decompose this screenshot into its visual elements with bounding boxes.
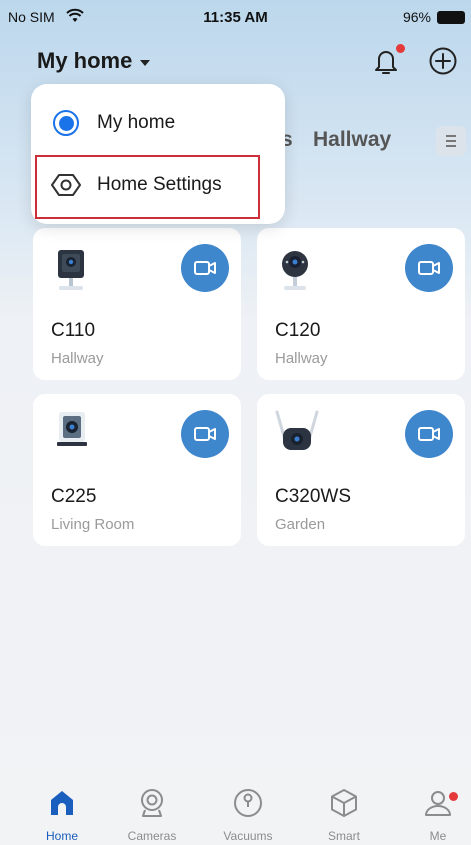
device-room: Hallway [275,350,328,367]
video-camera-icon [194,261,216,275]
home-icon [51,791,73,815]
live-view-button[interactable] [181,244,229,292]
battery-percent: 96% [402,9,431,25]
clock-text: 11:35 AM [203,9,268,26]
live-view-button[interactable] [181,410,229,458]
c225-camera-icon [57,412,87,446]
tab-label: Smart [327,829,360,843]
device-card-c110[interactable]: C110 Hallway [33,228,241,380]
dropdown-item-label: My home [97,112,176,133]
highlight-annotation-box [35,155,260,219]
add-device-icon[interactable] [428,46,458,76]
tab-label: Home [45,829,78,843]
device-name: C120 [275,320,321,341]
camera-icon [141,789,163,817]
tab-smart[interactable]: Smart [304,778,384,845]
video-camera-icon [194,427,216,441]
status-bar: No SIM 11:35 AM 96% [0,0,471,36]
tab-label: Cameras [127,829,177,843]
device-name: C320WS [275,486,352,507]
tab-vacuums[interactable]: Vacuums [208,778,288,845]
device-name: C110 [51,320,96,341]
room-menu-icon[interactable] [436,126,466,156]
tab-home[interactable]: Home [22,778,102,845]
tab-me[interactable]: Me [398,778,471,845]
device-card-c120[interactable]: C120 Hallway [257,228,465,380]
device-room: Garden [275,516,326,533]
radio-selected-icon [53,110,79,136]
c110-camera-icon [58,250,84,290]
cube-icon [331,789,357,817]
battery-icon [437,11,465,24]
dropdown-item-my-home[interactable]: My home [31,94,285,152]
c320ws-camera-icon [275,410,319,450]
me-notification-dot [449,792,458,801]
c120-camera-icon [282,251,308,290]
video-camera-icon [418,261,440,275]
device-name: C225 [51,486,97,507]
live-view-button[interactable] [405,410,453,458]
device-room: Living Room [51,516,135,533]
device-room: Hallway [51,350,104,367]
user-icon [425,791,451,816]
tab-label: Me [429,829,447,843]
notification-dot [396,44,405,53]
tab-label: Vacuums [223,829,273,843]
bottom-tab-bar: Home Cameras Vacuums Smart Me [0,778,471,845]
video-camera-icon [418,427,440,441]
device-card-c225[interactable]: C225 Living Room [33,394,241,546]
live-view-button[interactable] [405,244,453,292]
home-name: My home [37,48,133,73]
tab-cameras[interactable]: Cameras [112,778,192,845]
room-tab-hallway[interactable]: Hallway [313,128,391,152]
home-selector[interactable]: My home [37,48,151,74]
vacuum-icon [234,789,262,817]
caret-down-icon [140,59,151,66]
device-card-c320ws[interactable]: C320WS Garden [257,394,465,546]
